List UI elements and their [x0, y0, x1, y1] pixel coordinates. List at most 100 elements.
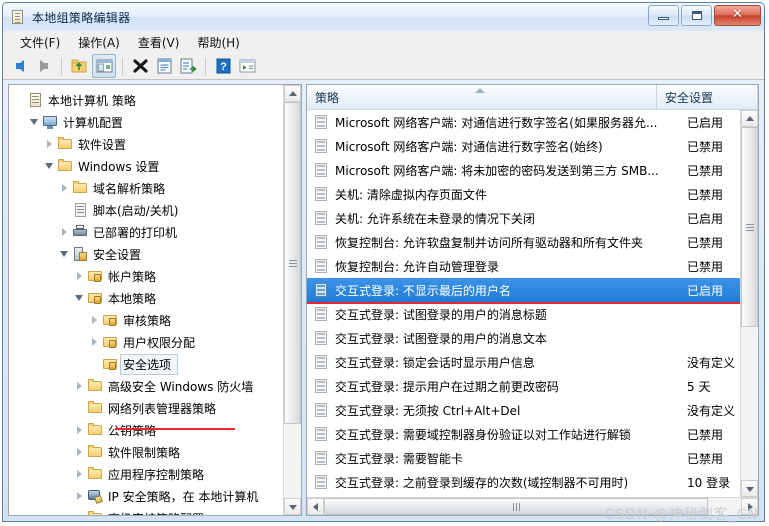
collapse-triangle-icon[interactable] [58, 247, 72, 261]
expand-triangle-icon[interactable] [73, 489, 87, 503]
tree-item[interactable]: 帐户策略 [13, 265, 283, 287]
policy-row[interactable]: 交互式登录: 需要域控制器身份验证以对工作站进行解锁 已禁用 [307, 422, 740, 446]
show-hide-console-tree-icon[interactable] [236, 55, 258, 77]
collapse-triangle-icon[interactable] [73, 291, 87, 305]
policy-name: 交互式登录: 需要智能卡 [335, 451, 463, 466]
tree-item[interactable]: 脚本(启动/关机) [13, 199, 283, 221]
tree-item[interactable]: 域名解析策略 [13, 177, 283, 199]
tree-item[interactable]: 软件限制策略 [13, 441, 283, 463]
tree-item[interactable]: 网络列表管理器策略 [13, 397, 283, 419]
policy-setting-icon [313, 378, 330, 394]
tree-item[interactable]: 高级安全 Windows 防火墙 [13, 375, 283, 397]
folder-lock-icon [87, 268, 104, 284]
column-header-setting[interactable]: 安全设置 [657, 85, 758, 109]
policy-row[interactable]: 交互式登录: 之前登录到缓存的次数(域控制器不可用时) 10 登录 [307, 470, 740, 494]
script-icon [72, 202, 89, 218]
policy-row[interactable]: 交互式登录: 锁定会话时显示用户信息 没有定义 [307, 350, 740, 374]
expand-triangle-icon[interactable] [73, 511, 87, 515]
expand-triangle-icon[interactable] [73, 445, 87, 459]
menu-action[interactable]: 操作(A) [69, 32, 129, 53]
tree-item[interactable]: 计算机配置 [13, 111, 283, 133]
policy-setting-icon [313, 426, 330, 442]
tree-item-label: 高级安全 Windows 防火墙 [108, 379, 254, 394]
collapse-triangle-icon[interactable] [28, 115, 42, 129]
policy-security-setting: 已禁用 [687, 235, 724, 250]
policy-row[interactable]: 恢复控制台: 允许软盘复制并访问所有驱动器和所有文件夹 已禁用 [307, 230, 740, 254]
menu-view[interactable]: 查看(V) [129, 32, 189, 53]
maximize-button[interactable] [681, 5, 712, 26]
tree-item[interactable]: 审核策略 [13, 309, 283, 331]
policy-row[interactable]: 关机: 允许系统在未登录的情况下关闭 已启用 [307, 206, 740, 230]
tree-item[interactable]: 本地计算机 策略 [13, 89, 283, 111]
policy-row[interactable]: 交互式登录: 试图登录的用户的消息文本 [307, 326, 740, 350]
tree-item[interactable]: 应用程序控制策略 [13, 463, 283, 485]
properties-icon[interactable] [153, 55, 175, 77]
policy-row[interactable]: 关机: 清除虚拟内存页面文件 已禁用 [307, 182, 740, 206]
list-vertical-scrollbar[interactable] [740, 110, 758, 497]
tree-scroll-thumb[interactable] [284, 102, 301, 424]
tree-item-label: 本地策略 [108, 291, 157, 306]
forward-arrow-icon[interactable] [33, 55, 55, 77]
expand-triangle-icon[interactable] [73, 423, 87, 437]
policy-row[interactable]: Microsoft 网络客户端: 将未加密的密码发送到第三方 SMB... 已禁用 [307, 158, 740, 182]
menu-file[interactable]: 文件(F) [11, 32, 69, 53]
policy-row[interactable]: 交互式登录: 不显示最后的用户名 已启用 [307, 278, 740, 302]
tree-item[interactable]: 用户权限分配 [13, 331, 283, 353]
tree-item[interactable]: Windows 设置 [13, 155, 283, 177]
policy-setting-icon [313, 306, 330, 322]
tree-item[interactable]: 安全选项 [13, 353, 283, 375]
list-scroll-track[interactable] [741, 127, 758, 480]
computer-icon [42, 114, 59, 130]
expand-triangle-icon[interactable] [88, 313, 102, 327]
list-scroll-down-button[interactable] [741, 480, 758, 497]
tree-scroll-down-button[interactable] [284, 498, 301, 515]
tree-item[interactable]: 安全设置 [13, 243, 283, 265]
list-scroll-left-button[interactable] [307, 498, 324, 515]
policy-name: 关机: 清除虚拟内存页面文件 [335, 187, 487, 202]
expand-triangle-icon[interactable] [73, 467, 87, 481]
policy-row[interactable]: 交互式登录: 试图登录的用户的消息标题 [307, 302, 740, 326]
tree-scroll-track[interactable] [284, 102, 301, 498]
sort-ascending-icon [475, 88, 485, 93]
tree-item[interactable]: 已部署的打印机 [13, 221, 283, 243]
column-header-policy[interactable]: 策略 [307, 85, 657, 109]
menu-bar: 文件(F) 操作(A) 查看(V) 帮助(H) [3, 31, 764, 53]
delete-icon[interactable] [129, 55, 151, 77]
tree-vertical-scrollbar[interactable] [283, 85, 301, 515]
tree-item[interactable]: 高级审核策略配置 [13, 507, 283, 515]
expand-triangle-icon[interactable] [58, 181, 72, 195]
menu-help[interactable]: 帮助(H) [188, 32, 248, 53]
policy-row[interactable]: 交互式登录: 无须按 Ctrl+Alt+Del 没有定义 [307, 398, 740, 422]
policy-row[interactable]: 恢复控制台: 允许自动管理登录 已禁用 [307, 254, 740, 278]
expand-triangle-icon[interactable] [73, 269, 87, 283]
tree-item[interactable]: 公钥策略 [13, 419, 283, 441]
policy-rows: Microsoft 网络客户端: 对通信进行数字签名(如果服务器允... 已启用 M… [307, 110, 740, 497]
up-folder-icon[interactable] [68, 55, 90, 77]
tree-scroll-up-button[interactable] [284, 85, 301, 102]
expand-triangle-icon[interactable] [58, 225, 72, 239]
policy-setting-icon [313, 474, 330, 490]
list-scroll-thumb[interactable] [741, 127, 758, 327]
export-list-icon[interactable] [177, 55, 199, 77]
tree-item[interactable]: 软件设置 [13, 133, 283, 155]
tree-item-label: 帐户策略 [108, 269, 157, 284]
column-header-policy-label: 策略 [315, 90, 340, 105]
tree-item[interactable]: IP 安全策略，在 本地计算机 [13, 485, 283, 507]
expand-triangle-icon[interactable] [88, 335, 102, 349]
expand-triangle-icon[interactable] [73, 379, 87, 393]
policy-row[interactable]: Microsoft 网络客户端: 对通信进行数字签名(如果服务器允... 已启用 [307, 110, 740, 134]
help-icon[interactable]: ? [212, 55, 234, 77]
tree-item[interactable]: 本地策略 [13, 287, 283, 309]
policy-row[interactable]: 交互式登录: 提示用户在过期之前更改密码 5 天 [307, 374, 740, 398]
show-tree-icon[interactable] [92, 54, 116, 78]
policy-row[interactable]: 交互式登录: 需要智能卡 已禁用 [307, 446, 740, 470]
minimize-button[interactable] [648, 5, 679, 26]
policy-name: 交互式登录: 试图登录的用户的消息标题 [335, 307, 547, 322]
close-button[interactable]: ✕ [714, 5, 761, 26]
back-arrow-icon[interactable] [9, 55, 31, 77]
policy-row[interactable]: Microsoft 网络客户端: 对通信进行数字签名(始终) 已禁用 [307, 134, 740, 158]
policy-security-setting: 已禁用 [687, 259, 724, 274]
collapse-triangle-icon[interactable] [43, 159, 57, 173]
list-scroll-up-button[interactable] [741, 110, 758, 127]
expand-triangle-icon[interactable] [43, 137, 57, 151]
